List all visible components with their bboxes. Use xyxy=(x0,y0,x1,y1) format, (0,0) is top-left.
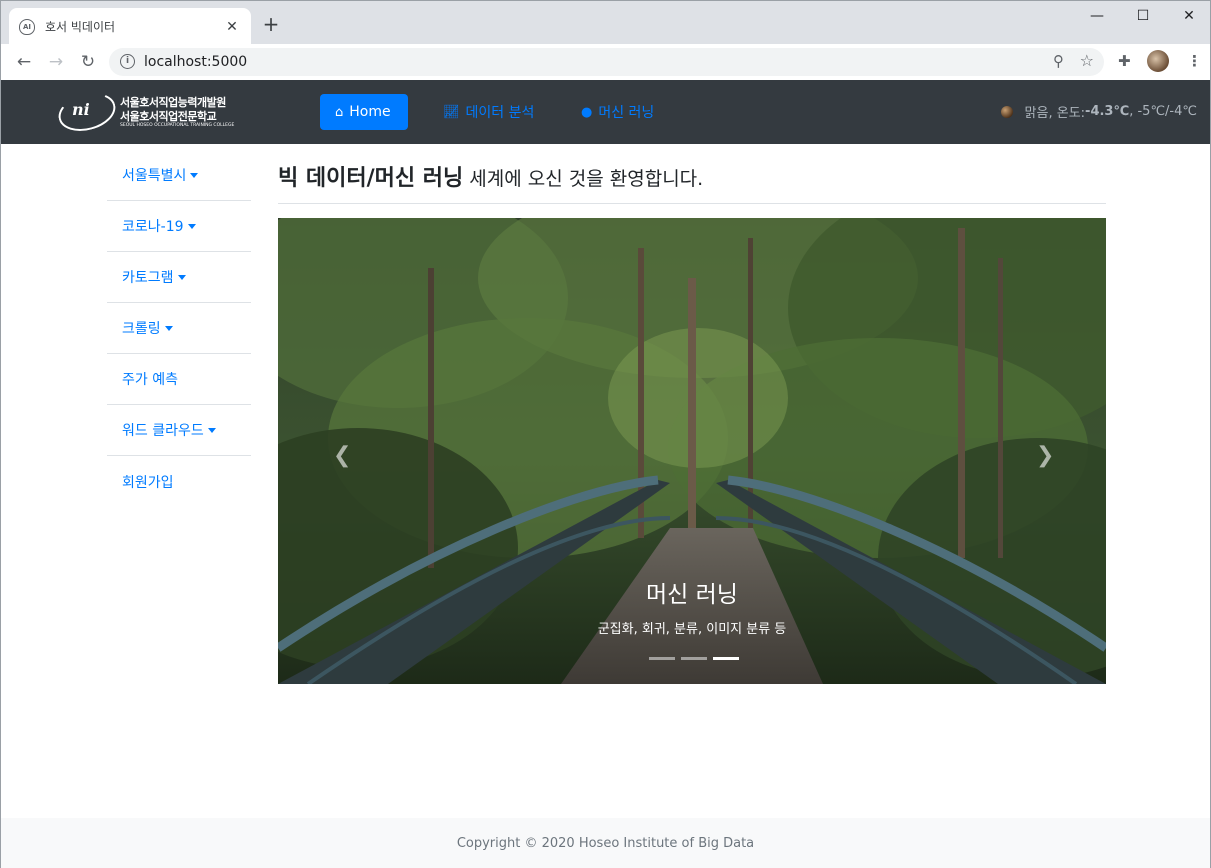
site-info-icon[interactable]: i xyxy=(120,54,135,69)
browser-menu-icon[interactable]: ⋮ xyxy=(1187,52,1202,70)
carousel-caption-text: 군집화, 회귀, 분류, 이미지 분류 등 xyxy=(597,622,787,637)
heading-rest: 세계에 오신 것을 환영합니다. xyxy=(469,168,704,190)
logo-mark-text: ni xyxy=(72,100,90,119)
weather-icon xyxy=(1000,105,1013,118)
sidebar-item-signup[interactable]: 회원가입 xyxy=(107,456,251,507)
site-navbar: ni 서울호서직업능력개발원 서울호서직업전문학교 SEOUL HOSEO OC… xyxy=(0,80,1211,144)
page-heading: 빅 데이터/머신 러닝 세계에 오신 것을 환영합니다. xyxy=(278,160,1106,204)
carousel-indicator[interactable] xyxy=(649,657,675,660)
sidebar-item-label: 주가 예측 xyxy=(122,372,178,388)
footer: Copyright © 2020 Hoseo Institute of Big … xyxy=(0,818,1211,868)
nav-data-analysis-label: 데이터 분석 xyxy=(465,105,535,121)
nav-machine-learning[interactable]: ● 머신 러닝 xyxy=(566,94,669,130)
sidebar-item-label: 워드 클라우드 xyxy=(122,423,204,439)
weather-condition: 맑음, 온도: xyxy=(1024,106,1086,121)
logo-line2: 서울호서직업전문학교 xyxy=(120,110,217,123)
carousel-caption: 머신 러닝 군집화, 회귀, 분류, 이미지 분류 등 xyxy=(278,575,1106,637)
heading-strong: 빅 데이터/머신 러닝 xyxy=(278,166,464,191)
carousel-indicator-active[interactable] xyxy=(713,657,739,660)
window-close-button[interactable]: ✕ xyxy=(1166,5,1211,29)
new-tab-button[interactable]: + xyxy=(261,14,281,34)
chevron-right-icon: ❯ xyxy=(1036,443,1055,468)
caret-down-icon xyxy=(207,427,216,433)
caret-down-icon xyxy=(187,223,196,229)
bookmark-star-icon[interactable]: ☆ xyxy=(1080,51,1094,70)
site-favicon-icon: AI xyxy=(19,18,35,35)
brain-icon: ● xyxy=(581,104,593,120)
nav-data-analysis[interactable]: 📈︎ 데이터 분석 xyxy=(428,94,549,130)
sidebar-item-seoul[interactable]: 서울특별시 xyxy=(107,150,251,201)
weather-range: , -5℃/-4℃ xyxy=(1129,104,1197,119)
sidebar-item-label: 코로나-19 xyxy=(122,219,184,235)
chevron-left-icon: ❮ xyxy=(333,443,352,468)
sidebar-item-word-cloud[interactable]: 워드 클라우드 xyxy=(107,405,251,456)
forward-arrow-icon[interactable]: → xyxy=(45,51,67,73)
footer-copyright: Copyright © 2020 Hoseo Institute of Big … xyxy=(456,836,755,851)
tab-close-icon[interactable]: ✕ xyxy=(223,19,241,35)
caret-down-icon xyxy=(177,274,186,280)
address-bar[interactable]: i localhost:5000 ⚲ ☆ xyxy=(109,48,1104,76)
carousel-indicators xyxy=(646,657,742,660)
minimize-button[interactable]: — xyxy=(1074,5,1120,29)
nav-machine-learning-label: 머신 러닝 xyxy=(598,105,655,121)
home-icon: ⌂ xyxy=(335,104,344,120)
maximize-button[interactable]: ☐ xyxy=(1120,5,1166,29)
sidebar-item-label: 카토그램 xyxy=(122,270,174,286)
url-text[interactable]: localhost:5000 xyxy=(144,54,247,70)
carousel-indicator[interactable] xyxy=(681,657,707,660)
nav-home[interactable]: ⌂ Home xyxy=(320,94,408,130)
zoom-icon[interactable]: ⚲ xyxy=(1053,52,1064,70)
sidebar-item-label: 크롤링 xyxy=(122,321,161,337)
sidebar-item-stock-prediction[interactable]: 주가 예측 xyxy=(107,354,251,405)
caret-down-icon xyxy=(164,325,173,331)
browser-tab-bar: AI 호서 빅데이터 ✕ + — ☐ ✕ xyxy=(0,0,1211,45)
profile-avatar[interactable] xyxy=(1147,50,1169,72)
weather-temp: -4.3℃ xyxy=(1085,104,1130,119)
college-logo[interactable]: ni 서울호서직업능력개발원 서울호서직업전문학교 SEOUL HOSEO OC… xyxy=(54,87,235,137)
reload-icon[interactable]: ↻ xyxy=(77,51,99,73)
back-arrow-icon[interactable]: ← xyxy=(13,51,35,73)
chart-line-icon: 📈︎ xyxy=(443,104,460,120)
tab-title: 호서 빅데이터 xyxy=(45,20,116,34)
extensions-puzzle-icon[interactable]: ✚ xyxy=(1118,52,1131,70)
browser-toolbar: ← → ↻ i localhost:5000 ⚲ ☆ ✚ ⋮ xyxy=(0,44,1211,80)
sidebar-item-covid19[interactable]: 코로나-19 xyxy=(107,201,251,252)
window-frame-left xyxy=(0,0,1,868)
browser-tab[interactable]: AI 호서 빅데이터 ✕ xyxy=(9,8,251,45)
caret-down-icon xyxy=(190,172,199,178)
sidebar-item-label: 서울특별시 xyxy=(122,168,187,184)
weather-widget: 맑음, 온도: -4.3℃ , -5℃/-4℃ xyxy=(1000,102,1197,121)
sidebar: 서울특별시 코로나-19 카토그램 크롤링 주가 예측 워드 클라우드 회원가입 xyxy=(107,150,251,507)
sidebar-item-label: 회원가입 xyxy=(122,474,174,491)
sidebar-item-crawling[interactable]: 크롤링 xyxy=(107,303,251,354)
nav-home-label: Home xyxy=(349,104,391,120)
carousel-caption-title: 머신 러닝 xyxy=(646,582,738,608)
sidebar-item-cartogram[interactable]: 카토그램 xyxy=(107,252,251,303)
logo-line3: SEOUL HOSEO OCCUPATIONAL TRAINING COLLEG… xyxy=(120,123,235,128)
